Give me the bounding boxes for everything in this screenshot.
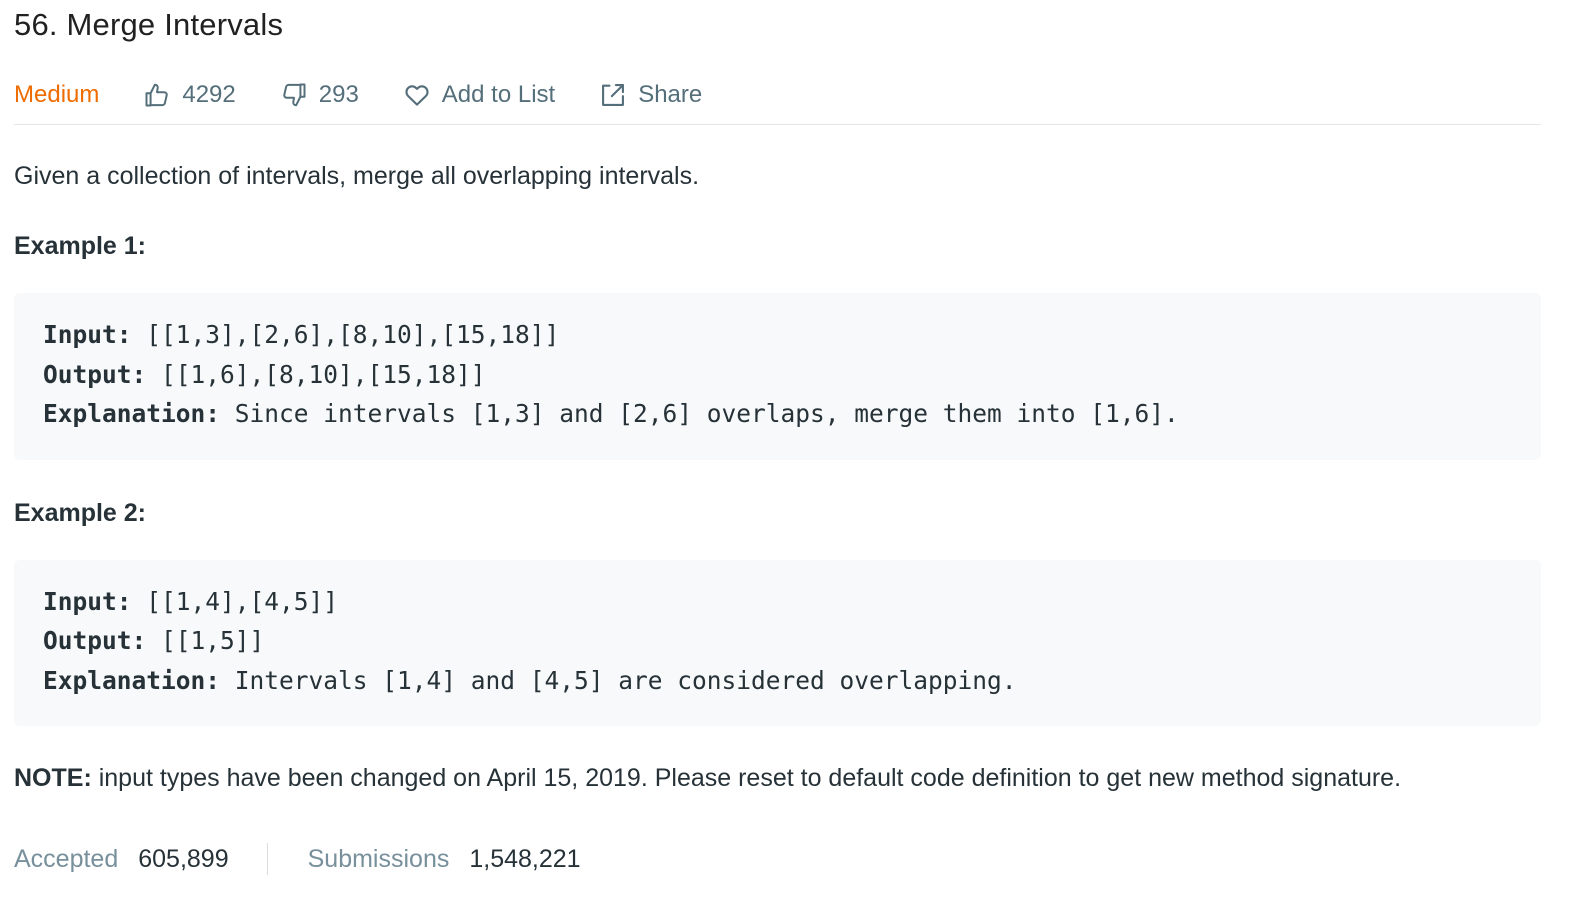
example-2-code-block: Input: [[1,4],[4,5]] Output: [[1,5]] Exp…	[14, 559, 1541, 726]
example-2-output-line: Output: [[1,5]]	[43, 621, 1512, 661]
add-to-list-label: Add to List	[441, 81, 556, 108]
example-1-input-line: Input: [[1,3],[2,6],[8,10],[15,18]]	[43, 315, 1512, 355]
difficulty-badge: Medium	[14, 81, 100, 108]
problem-statement: Given a collection of intervals, merge a…	[14, 162, 700, 190]
heart-icon	[403, 81, 431, 109]
input-label: Input:	[43, 586, 132, 616]
submissions-count: 1,548,221	[469, 845, 581, 873]
thumbs-up-icon	[143, 81, 171, 109]
share-button[interactable]: Share	[599, 81, 702, 109]
add-to-list-button[interactable]: Add to List	[403, 81, 555, 109]
stats-divider	[266, 843, 268, 875]
example-2-explanation-text: Intervals [1,4] and [4,5] are considered…	[220, 665, 1017, 695]
note-label: NOTE:	[14, 764, 92, 792]
output-label: Output:	[43, 359, 147, 389]
input-label: Input:	[43, 320, 132, 349]
example-2-heading: Example 2:	[14, 498, 147, 527]
example-2-input-line: Input: [[1,4],[4,5]]	[43, 582, 1512, 622]
example-1-input-value: [[1,3],[2,6],[8,10],[15,18]]	[131, 320, 560, 349]
example-1-output-value: [[1,6],[8,10],[15,18]]	[146, 359, 486, 389]
example-2-explanation-line: Explanation: Intervals [1,4] and [4,5] a…	[43, 661, 1512, 701]
example-1-output-line: Output: [[1,6],[8,10],[15,18]]	[43, 355, 1512, 395]
example-2-output-value: [[1,5]]	[146, 626, 265, 655]
page-title: 56. Merge Intervals	[14, 7, 284, 42]
thumbs-down-icon	[280, 81, 308, 109]
meta-divider	[14, 124, 1541, 125]
submissions-label: Submissions	[307, 845, 450, 873]
dislike-button[interactable]: 293	[280, 81, 359, 109]
problem-meta-bar: Medium 4292 293 Add to List Share	[14, 66, 1541, 124]
example-2-input-value: [[1,4],[4,5]]	[131, 586, 339, 616]
problem-description: 56. Merge Intervals Medium 4292 293 Add …	[14, 0, 1541, 876]
explanation-label: Explanation:	[43, 399, 221, 428]
output-label: Output:	[43, 626, 147, 655]
like-button[interactable]: 4292	[143, 81, 236, 109]
example-1-heading: Example 1:	[14, 232, 147, 260]
explanation-label: Explanation:	[43, 665, 221, 695]
share-icon	[599, 81, 627, 109]
like-count: 4292	[182, 81, 236, 108]
accepted-label: Accepted	[14, 845, 119, 873]
example-1-explanation-text: Since intervals [1,3] and [2,6] overlaps…	[220, 399, 1179, 428]
note-text: input types have been changed on April 1…	[91, 764, 1402, 792]
share-label: Share	[638, 81, 703, 108]
accepted-count: 605,899	[138, 845, 229, 873]
submission-stats: Accepted 605,899 Submissions 1,548,221	[14, 842, 1541, 876]
problem-note: NOTE: input types have been changed on A…	[14, 757, 1541, 799]
example-1-code-block: Input: [[1,3],[2,6],[8,10],[15,18]] Outp…	[14, 293, 1541, 460]
dislike-count: 293	[318, 81, 359, 108]
example-1-explanation-line: Explanation: Since intervals [1,3] and […	[43, 394, 1512, 434]
